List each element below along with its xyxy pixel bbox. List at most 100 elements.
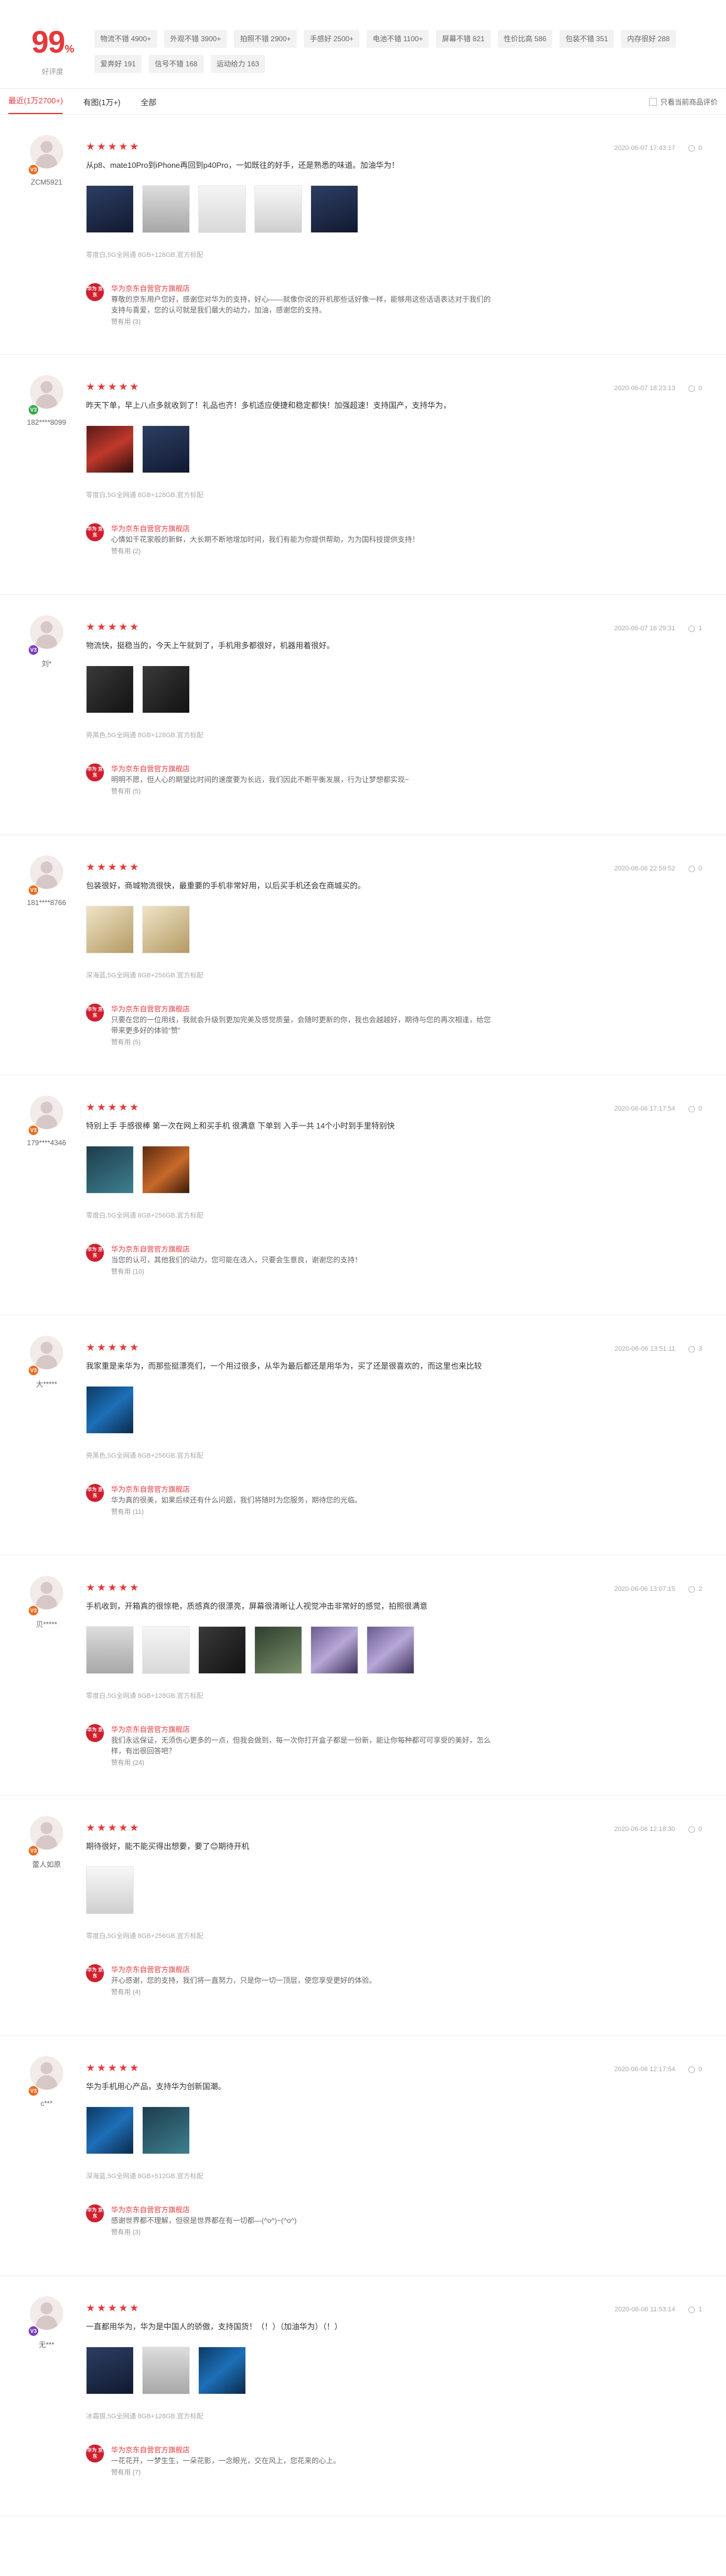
reviewer-name: 蕾人如原: [32, 1860, 61, 1869]
review-photo[interactable]: [142, 425, 190, 473]
tab-with-photos[interactable]: 有图(1万+): [83, 96, 120, 108]
helpful-button[interactable]: 赞有用 (3): [111, 317, 493, 327]
review-photo[interactable]: [86, 1386, 134, 1434]
like-button[interactable]: 1: [688, 625, 702, 632]
review-photo[interactable]: [310, 185, 358, 233]
impression-tag[interactable]: 运动给力 163: [210, 55, 266, 73]
helpful-button[interactable]: 赞有用 (11): [111, 1507, 362, 1517]
review-photo[interactable]: [142, 2347, 190, 2394]
review-photo[interactable]: [254, 1626, 302, 1674]
tab-all[interactable]: 全部: [141, 96, 156, 108]
review-photo[interactable]: [198, 2347, 246, 2394]
shop-name[interactable]: 华为京东自营官方旗舰店: [111, 1004, 493, 1014]
shop-name[interactable]: 华为京东自营官方旗舰店: [111, 2204, 297, 2215]
like-button[interactable]: 0: [688, 2066, 702, 2073]
helpful-label: 赞有用: [111, 548, 131, 555]
avatar-wrap: V3: [11, 1816, 82, 1858]
like-button[interactable]: 0: [688, 1826, 702, 1833]
shop-name[interactable]: 华为京东自营官方旗舰店: [111, 1484, 362, 1495]
review-photo[interactable]: [254, 185, 302, 233]
avatar[interactable]: [30, 2296, 63, 2330]
review-photo[interactable]: [86, 666, 134, 713]
avatar[interactable]: [30, 1096, 63, 1129]
impression-tag[interactable]: 手感好 2500+: [304, 30, 360, 48]
review-photo[interactable]: [142, 666, 190, 713]
helpful-button[interactable]: 赞有用 (3): [111, 2227, 297, 2238]
shop-name[interactable]: 华为京东自营官方旗舰店: [111, 1964, 376, 1975]
shop-reply: 华为 京东 华为京东自营官方旗舰店 心情如千花家般的新鲜，大长期不断地增加时间，我们…: [86, 523, 714, 557]
avatar[interactable]: [30, 855, 63, 889]
review-photos: [86, 1146, 714, 1194]
review-photo[interactable]: [86, 2106, 134, 2154]
shop-name[interactable]: 华为京东自营官方旗舰店: [111, 2445, 340, 2455]
review-photos: [86, 2347, 714, 2394]
impression-tag[interactable]: 信号不错 168: [149, 55, 204, 73]
tab-recent[interactable]: 最近(1万2700+): [8, 89, 63, 114]
review-text: 包装很好，商城物流很快，最重要的手机非常好用，以后买手机还会在商城买的。: [86, 881, 366, 890]
review-photo[interactable]: [142, 2106, 190, 2154]
impression-tag[interactable]: 物流不错 4900+: [94, 30, 158, 48]
like-button[interactable]: 3: [688, 1345, 702, 1353]
avatar-body: [36, 154, 57, 168]
review-photo[interactable]: [86, 1626, 134, 1674]
helpful-button[interactable]: 赞有用 (5): [111, 1037, 493, 1048]
review-photo[interactable]: [367, 1626, 414, 1674]
impression-tag[interactable]: 屏幕不错 821: [436, 30, 491, 48]
like-button[interactable]: 1: [688, 2306, 702, 2313]
avatar[interactable]: [30, 615, 63, 649]
impression-tag[interactable]: 拍照不错 2900+: [234, 30, 297, 48]
shop-name[interactable]: 华为京东自营官方旗舰店: [111, 283, 493, 294]
level-badge-icon: V3: [29, 405, 38, 415]
review-photo[interactable]: [86, 185, 134, 233]
helpful-button[interactable]: 赞有用 (24): [111, 1758, 493, 1768]
avatar[interactable]: [30, 1816, 63, 1850]
review-photo[interactable]: [198, 1626, 246, 1674]
shop-name[interactable]: 华为京东自营官方旗舰店: [111, 1724, 493, 1735]
shop-name[interactable]: 华为京东自营官方旗舰店: [111, 1244, 362, 1255]
only-current-toggle[interactable]: 只看当前商品评价: [648, 97, 718, 107]
review-photo[interactable]: [86, 2347, 134, 2394]
review-photo[interactable]: [86, 906, 134, 953]
avatar[interactable]: [30, 135, 63, 168]
impression-tag[interactable]: 电池不错 1100+: [367, 30, 429, 48]
review-item: V3 182****8099 ★★★★★ 昨天下单，早上八点多就收到了！礼品也齐！多机…: [0, 355, 726, 595]
like-button[interactable]: 0: [688, 865, 702, 872]
impression-tag[interactable]: 外观不错 3900+: [164, 30, 227, 48]
like-button[interactable]: 2: [688, 1586, 702, 1593]
helpful-button[interactable]: 赞有用 (7): [111, 2467, 340, 2478]
review-photo[interactable]: [142, 185, 190, 233]
avatar[interactable]: [30, 1576, 63, 1609]
helpful-button[interactable]: 赞有用 (5): [111, 786, 409, 797]
impression-tag[interactable]: 爱奔好 191: [94, 55, 142, 73]
helpful-button[interactable]: 赞有用 (4): [111, 1987, 376, 1998]
helpful-label: 赞有用: [111, 1508, 131, 1516]
review-text: 一直都用华为，华为是中国人的骄傲，支持国货！（！）（加油华为）（！）: [86, 2322, 343, 2331]
avatar-body: [36, 1835, 57, 1850]
review-content: ★★★★★ 从p8、mate10Pro到iPhone再回到p40Pro，一如既往的…: [82, 133, 714, 333]
like-button[interactable]: 0: [688, 145, 702, 152]
helpful-button[interactable]: 赞有用 (10): [111, 1266, 362, 1277]
review-photo[interactable]: [142, 1626, 190, 1674]
shop-reply: 华为 京东 华为京东自营官方旗舰店 开心感谢，您的支持，我们将一直努力，只是你一切一…: [86, 1964, 714, 1998]
review-photo[interactable]: [86, 1866, 134, 1914]
review-photo[interactable]: [142, 906, 190, 953]
impression-tag[interactable]: 包装不错 351: [559, 30, 614, 48]
review-photo[interactable]: [86, 425, 134, 473]
rate-number: 99%: [11, 24, 94, 68]
helpful-button[interactable]: 赞有用 (2): [111, 546, 419, 557]
like-button[interactable]: 0: [688, 385, 702, 392]
avatar[interactable]: [30, 1336, 63, 1369]
review-text: 华为手机用心产品，支持华为创新国潮。: [86, 2082, 226, 2091]
shop-name[interactable]: 华为京东自营官方旗舰店: [111, 523, 419, 534]
only-current-checkbox[interactable]: [648, 97, 657, 106]
like-button[interactable]: 0: [688, 1105, 702, 1112]
review-photo[interactable]: [142, 1146, 190, 1194]
review-photo[interactable]: [310, 1626, 358, 1674]
avatar[interactable]: [30, 375, 63, 409]
impression-tag[interactable]: 内存很好 288: [621, 30, 676, 48]
review-photo[interactable]: [86, 1146, 134, 1194]
impression-tag[interactable]: 性价比高 586: [497, 30, 553, 48]
review-photo[interactable]: [198, 185, 246, 233]
shop-name[interactable]: 华为京东自营官方旗舰店: [111, 763, 409, 774]
avatar[interactable]: [30, 2056, 63, 2090]
